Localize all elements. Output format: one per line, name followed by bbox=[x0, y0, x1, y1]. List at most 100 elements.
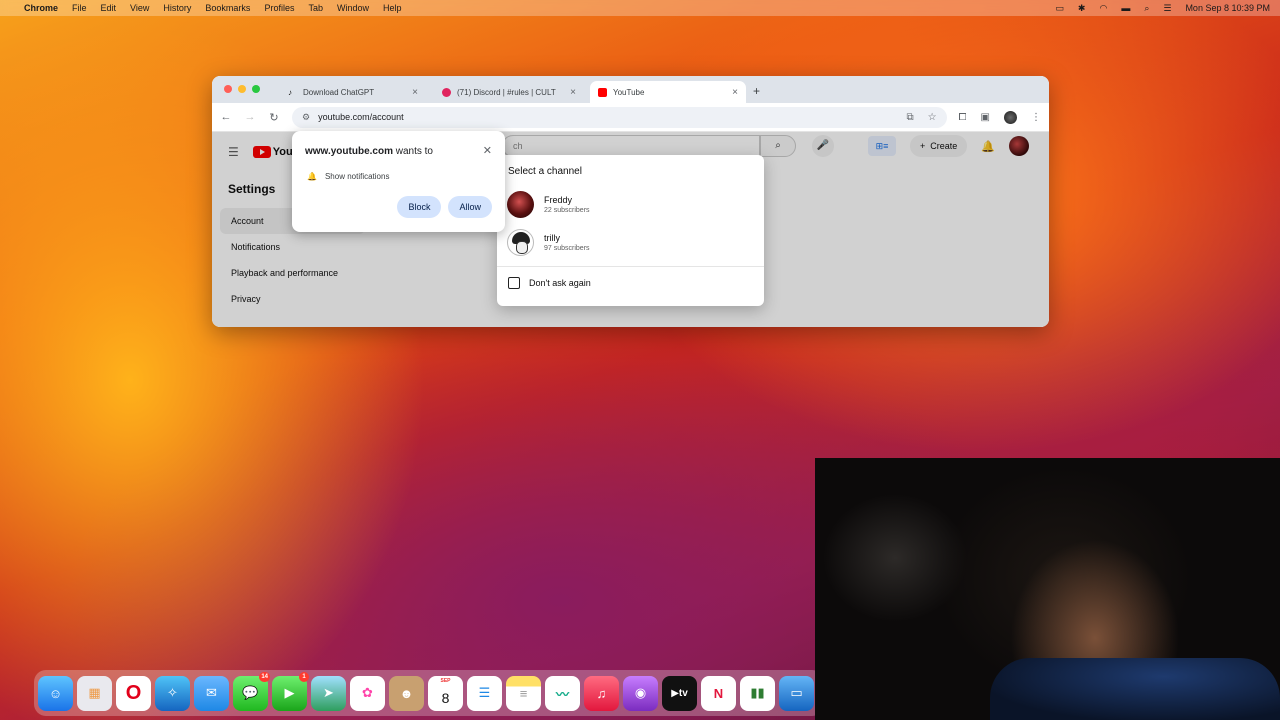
permission-wants-to: wants to bbox=[392, 146, 433, 157]
dock: ☺ ▦ O ✧ ✉ 💬 14 ▶ 1 ➤ ✿ ☻ SEP 8 ☰ ≡ 〰 ♫ ◉… bbox=[34, 670, 824, 716]
menu-profiles[interactable]: Profiles bbox=[264, 3, 294, 13]
freeform-icon[interactable]: 〰 bbox=[545, 675, 580, 711]
wifi-icon[interactable]: ◠ bbox=[1099, 3, 1107, 14]
menu-bar: Chrome File Edit View History Bookmarks … bbox=[0, 0, 1280, 16]
tab-discord[interactable]: (71) Discord | #rules | CULT × bbox=[434, 81, 584, 103]
menu-bookmarks[interactable]: Bookmarks bbox=[205, 3, 250, 13]
chatgpt-favicon-icon: ♪ bbox=[288, 87, 292, 97]
menu-file[interactable]: File bbox=[72, 3, 87, 13]
menu-edit[interactable]: Edit bbox=[101, 3, 117, 13]
site-info-icon[interactable]: ⚙ bbox=[302, 112, 310, 123]
address-bar[interactable]: ⚙ youtube.com/account ⧉ ☆ bbox=[292, 106, 947, 128]
opera-icon[interactable]: O bbox=[116, 675, 151, 711]
notification-permission-popup: www.youtube.com wants to ✕ 🔔 Show notifi… bbox=[292, 131, 505, 232]
permission-request-label: Show notifications bbox=[324, 172, 390, 181]
channel-avatar bbox=[507, 190, 534, 218]
calendar-day: 8 bbox=[441, 689, 450, 706]
window-controls bbox=[224, 85, 260, 93]
channel-name: trilly bbox=[544, 232, 560, 243]
menu-window[interactable]: Window bbox=[337, 3, 369, 13]
channel-option-freddy[interactable]: Freddy 22 subscribers bbox=[497, 185, 764, 223]
menu-tab[interactable]: Tab bbox=[308, 3, 323, 13]
maps-icon[interactable]: ➤ bbox=[311, 675, 346, 711]
news-icon[interactable]: N bbox=[701, 675, 736, 711]
reload-icon[interactable]: ↻ bbox=[268, 111, 280, 124]
webcam-person bbox=[990, 658, 1280, 720]
close-tab-icon[interactable]: × bbox=[412, 87, 418, 98]
notes-icon[interactable]: ≡ bbox=[506, 675, 541, 711]
zoom-window-button[interactable] bbox=[252, 85, 260, 93]
side-panel-icon[interactable]: ▣ bbox=[981, 112, 990, 123]
allow-button[interactable]: Allow bbox=[448, 196, 492, 218]
messages-icon[interactable]: 💬 14 bbox=[233, 671, 270, 711]
profile-avatar[interactable] bbox=[1004, 110, 1017, 124]
reminders-icon[interactable]: ☰ bbox=[467, 675, 502, 711]
calendar-icon[interactable]: SEP 8 bbox=[428, 675, 463, 711]
dont-ask-again-checkbox[interactable] bbox=[508, 277, 520, 289]
control-center-icon[interactable]: ☰ bbox=[1163, 3, 1171, 14]
permission-site: www.youtube.com bbox=[305, 146, 393, 157]
tab-title: YouTube bbox=[613, 87, 645, 97]
tab-chatgpt[interactable]: ♪ Download ChatGPT × bbox=[280, 81, 426, 103]
channel-name: Freddy bbox=[544, 194, 573, 205]
messages-badge: 14 bbox=[259, 671, 270, 682]
block-button[interactable]: Block bbox=[397, 196, 442, 218]
music-icon[interactable]: ♫ bbox=[584, 675, 619, 711]
channel-subscribers: 97 subscribers bbox=[544, 244, 590, 252]
keynote-icon[interactable]: ▭ bbox=[779, 675, 814, 711]
facetime-badge: 1 bbox=[299, 671, 309, 682]
forward-arrow-icon[interactable]: → bbox=[244, 111, 256, 123]
apple-tv-icon[interactable]: ▶tv bbox=[662, 675, 697, 711]
photos-icon[interactable]: ✿ bbox=[350, 675, 385, 711]
mail-icon[interactable]: ✉ bbox=[194, 675, 229, 711]
podcasts-icon[interactable]: ◉ bbox=[623, 675, 658, 711]
permission-buttons: Block Allow bbox=[397, 196, 492, 218]
tab-title: Download ChatGPT bbox=[303, 87, 375, 97]
numbers-icon[interactable]: ▮▮ bbox=[740, 675, 775, 711]
browser-toolbar: ← → ↻ ⚙ youtube.com/account ⧉ ☆ ⧠ ▣ ⋮ bbox=[212, 103, 1049, 132]
spotlight-search-icon[interactable]: ⌕ bbox=[1144, 3, 1149, 14]
close-tab-icon[interactable]: × bbox=[732, 87, 738, 98]
launchpad-icon[interactable]: ▦ bbox=[77, 675, 112, 711]
calendar-month: SEP bbox=[440, 677, 451, 684]
safari-icon[interactable]: ✧ bbox=[155, 675, 190, 711]
new-tab-plus-icon[interactable]: + bbox=[753, 84, 760, 98]
dont-ask-again-option[interactable]: Don't ask again bbox=[497, 267, 764, 299]
minimize-window-button[interactable] bbox=[238, 85, 246, 93]
channel-subscribers: 22 subscribers bbox=[544, 206, 590, 214]
webcam-overlay bbox=[815, 458, 1280, 720]
close-window-button[interactable] bbox=[224, 85, 232, 93]
permission-request-row: 🔔 Show notifications bbox=[307, 172, 389, 181]
tab-title: (71) Discord | #rules | CULT bbox=[457, 87, 556, 97]
tab-youtube[interactable]: YouTube × bbox=[590, 81, 746, 103]
channel-selector-title: Select a channel bbox=[508, 166, 582, 177]
install-app-icon[interactable]: ⧉ bbox=[906, 112, 913, 123]
close-popup-icon[interactable]: ✕ bbox=[483, 144, 492, 157]
back-arrow-icon[interactable]: ← bbox=[220, 111, 232, 123]
channel-option-trilly[interactable]: trilly 97 subscribers bbox=[497, 223, 764, 261]
menu-clock[interactable]: Mon Sep 8 10:39 PM bbox=[1185, 3, 1270, 13]
extensions-puzzle-icon[interactable]: ⧠ bbox=[959, 112, 967, 123]
youtube-favicon-icon bbox=[598, 87, 607, 97]
permission-title: www.youtube.com wants to bbox=[305, 146, 433, 157]
battery-icon[interactable]: ▬ bbox=[1121, 3, 1130, 13]
url-text[interactable]: youtube.com/account bbox=[318, 112, 404, 122]
bell-icon: 🔔 bbox=[307, 172, 317, 181]
dont-ask-again-label: Don't ask again bbox=[529, 278, 591, 288]
more-menu-icon[interactable]: ⋮ bbox=[1031, 112, 1041, 123]
keyboard-input-icon[interactable]: ▭ bbox=[1055, 3, 1064, 14]
contacts-icon[interactable]: ☻ bbox=[389, 675, 424, 711]
menu-app-name[interactable]: Chrome bbox=[24, 3, 58, 13]
discord-favicon-icon bbox=[442, 87, 451, 97]
menu-view[interactable]: View bbox=[130, 3, 149, 13]
bookmark-star-icon[interactable]: ☆ bbox=[928, 112, 937, 123]
facetime-icon[interactable]: ▶ 1 bbox=[272, 671, 309, 711]
channel-avatar bbox=[507, 228, 534, 256]
menu-history[interactable]: History bbox=[163, 3, 191, 13]
bluetooth-icon[interactable]: ✱ bbox=[1078, 3, 1086, 14]
tab-strip: ♪ Download ChatGPT × (71) Discord | #rul… bbox=[212, 76, 1049, 103]
menu-help[interactable]: Help bbox=[383, 3, 402, 13]
close-tab-icon[interactable]: × bbox=[570, 87, 576, 98]
finder-icon[interactable]: ☺ bbox=[38, 675, 73, 711]
channel-selector-dialog: Select a channel Freddy 22 subscribers t… bbox=[497, 155, 764, 306]
